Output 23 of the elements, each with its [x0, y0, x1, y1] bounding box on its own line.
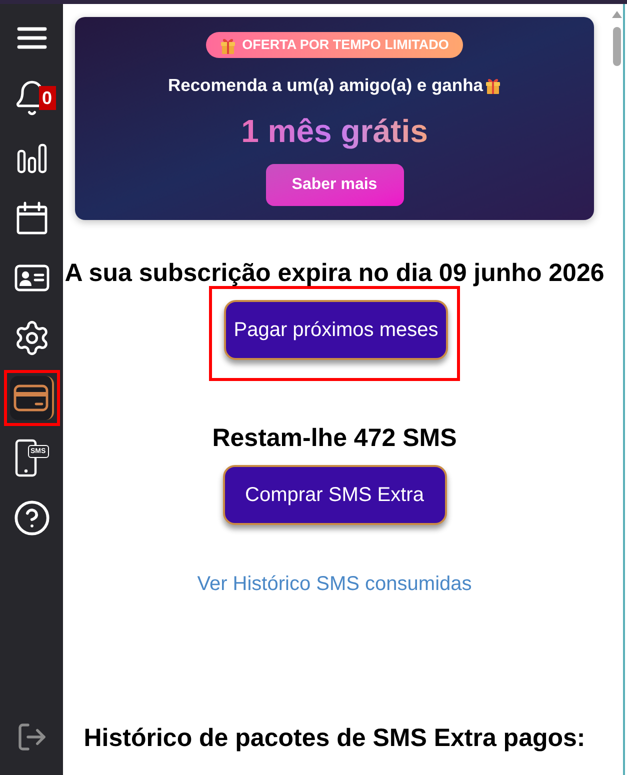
credit-card-icon: [12, 384, 48, 412]
sms-remaining-heading: Restam-lhe 472 SMS: [212, 425, 457, 451]
calendar-icon: [14, 201, 48, 235]
action-button[interactable]: Pagar próximos meses: [224, 300, 448, 360]
scroll-up-arrow-icon[interactable]: [612, 11, 622, 18]
id-card-icon: [14, 263, 50, 293]
action-button[interactable]: Comprar SMS Extra: [222, 465, 446, 525]
sidebar-item[interactable]: 0: [10, 76, 54, 120]
notification-badge: 0: [38, 86, 56, 110]
subscription-expiry-heading: A sua subscrição expira no dia 09 junho 2026: [64, 260, 604, 286]
scrollbar-thumb[interactable]: [612, 27, 620, 66]
offer-badge-label: OFERTA POR TEMPO LIMITADO: [242, 36, 449, 54]
help-icon: [12, 499, 50, 537]
bar-chart-icon: [16, 142, 48, 174]
gift-icon: [220, 36, 236, 54]
menu-icon: [16, 26, 46, 50]
learn-more-button[interactable]: Saber mais: [266, 164, 404, 206]
packages-history-heading: Histórico de pacotes de SMS Extra pagos:: [84, 725, 586, 751]
sidebar-item[interactable]: [10, 376, 54, 420]
gift-icon: [485, 76, 502, 94]
promo-text: Recomenda a um(a) amigo(a) e ganha: [168, 75, 484, 95]
sms-history-link[interactable]: Ver Histórico SMS consumidas: [197, 572, 472, 596]
logout-icon: [16, 721, 48, 753]
